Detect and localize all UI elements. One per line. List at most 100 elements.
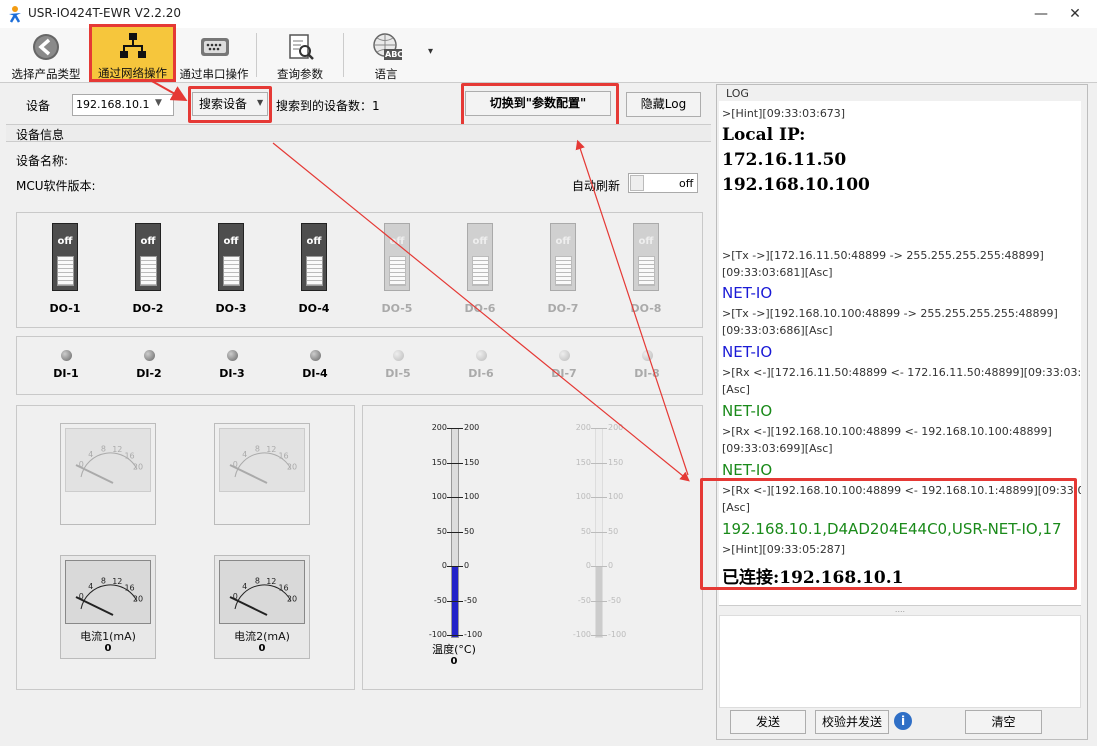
switch-knob bbox=[306, 256, 323, 286]
log-line: NET-IO bbox=[722, 402, 773, 420]
thermometer-tick-label: 50 bbox=[580, 526, 591, 536]
input-led-icon bbox=[144, 350, 155, 361]
digital-inputs-group bbox=[16, 336, 703, 395]
serial-port-icon bbox=[199, 32, 229, 62]
thermometer-tick-label: 150 bbox=[608, 457, 624, 467]
close-button[interactable]: ✕ bbox=[1060, 4, 1090, 24]
thermometer-tick-label: 50 bbox=[464, 526, 475, 536]
output-label: DO-5 bbox=[381, 302, 413, 315]
log-line: 172.16.11.50 bbox=[722, 150, 847, 170]
thermometer-tick-label: 100 bbox=[575, 492, 591, 501]
switch-state-label: off bbox=[638, 236, 654, 247]
input-label: DI-3 bbox=[219, 367, 245, 380]
input-label: DI-4 bbox=[302, 367, 328, 380]
clear-button[interactable]: 清空 bbox=[965, 710, 1042, 734]
toolbar: 选择产品类型 通过网络操作 通过串口操作 查询参数 ABC 语言 ▾ bbox=[0, 24, 1097, 83]
toolbar-language[interactable]: ABC 语言 bbox=[348, 30, 424, 81]
output-switch[interactable]: off bbox=[52, 223, 78, 291]
gauge-tick-label: 8 bbox=[101, 444, 106, 453]
gauge-tick-label: 20 bbox=[287, 462, 297, 471]
log-line: >[Tx ->][172.16.11.50:48899 -> 255.255.2… bbox=[722, 249, 1044, 262]
chevron-down-icon[interactable]: ▼ bbox=[257, 98, 263, 107]
thermometer-tick-label: -100 bbox=[464, 630, 483, 639]
mcu-version-label: MCU软件版本: bbox=[16, 179, 96, 193]
log-line: >[Hint][09:33:03:673] bbox=[722, 107, 846, 120]
thermometer-tick-label: 0 bbox=[441, 561, 447, 570]
switch-state-label: off bbox=[389, 236, 405, 247]
log-line: [Asc] bbox=[722, 383, 750, 396]
device-ip-combobox[interactable]: 192.168.10.1 ▼ bbox=[72, 94, 174, 116]
gauge-label: 电流1(mA) bbox=[80, 630, 136, 643]
auto-refresh-label: 自动刷新 bbox=[572, 179, 621, 193]
toolbar-query-params[interactable]: 查询参数 bbox=[262, 30, 338, 81]
gauge-tick-label: 20 bbox=[133, 594, 143, 603]
toolbar-label: 语言 bbox=[374, 67, 398, 81]
log-line: >[Rx <-][172.16.11.50:48899 <- 172.16.11… bbox=[722, 366, 1081, 379]
input-led-icon bbox=[227, 350, 238, 361]
output-switch[interactable]: off bbox=[301, 223, 327, 291]
thermometer-tick bbox=[447, 497, 463, 498]
thermometer-tick bbox=[447, 462, 463, 464]
switch-to-config-button[interactable]: 切换到"参数配置" bbox=[465, 91, 611, 116]
thermometer-tick bbox=[447, 600, 463, 602]
input-label: DI-1 bbox=[53, 367, 79, 380]
current-gauge: 0 4 8 12 16 20 bbox=[214, 423, 310, 525]
output-switch: off bbox=[633, 223, 659, 291]
connected-highlight-box bbox=[700, 478, 1077, 590]
auto-refresh-toggle[interactable]: off bbox=[628, 173, 698, 193]
hide-log-button[interactable]: 隐藏Log bbox=[626, 92, 701, 117]
gauge-value: 0 bbox=[104, 643, 112, 654]
temperature-group bbox=[362, 405, 703, 690]
info-icon[interactable]: i bbox=[894, 712, 912, 730]
thermometer-tick bbox=[591, 531, 607, 533]
switch-state-label: off bbox=[555, 236, 571, 247]
output-switch[interactable]: off bbox=[135, 223, 161, 291]
thermometer-fill bbox=[452, 567, 458, 637]
chevron-down-icon[interactable]: ▼ bbox=[155, 98, 162, 108]
checksum-send-button[interactable]: 校验并发送 bbox=[815, 710, 889, 734]
output-switch[interactable]: off bbox=[218, 223, 244, 291]
switch-state-label: off bbox=[306, 236, 322, 247]
thermometer-tick-label: 200 bbox=[608, 423, 624, 432]
thermometer-tick-label: 200 bbox=[464, 423, 480, 432]
found-device-count: 搜索到的设备数：1 bbox=[276, 99, 380, 113]
input-led-icon bbox=[476, 350, 487, 361]
gauge-tick-label: 4 bbox=[88, 450, 93, 459]
log-line: >[Tx ->][192.168.10.100:48899 -> 255.255… bbox=[722, 307, 1058, 320]
query-icon bbox=[285, 32, 315, 62]
device-label: 设备 bbox=[26, 99, 51, 113]
gauge-face: 0 4 8 12 16 20 bbox=[219, 560, 305, 624]
thermometer-tick-label: 50 bbox=[608, 526, 619, 536]
gauge-value: 0 bbox=[258, 643, 266, 654]
output-switch: off bbox=[550, 223, 576, 291]
thermometer-fill bbox=[596, 567, 602, 637]
toolbar-select-product-type[interactable]: 选择产品类型 bbox=[6, 30, 86, 81]
toolbar-more-dropdown[interactable]: ▾ bbox=[428, 46, 433, 57]
thermometer-tick-label: 50 bbox=[436, 526, 447, 536]
log-splitter[interactable]: .... bbox=[719, 605, 1081, 615]
globe-icon: ABC bbox=[371, 32, 403, 62]
input-label: DI-2 bbox=[136, 367, 162, 380]
thermometer-tick bbox=[591, 428, 607, 429]
output-label: DO-4 bbox=[298, 302, 330, 315]
toggle-knob bbox=[630, 175, 644, 191]
log-title: LOG bbox=[726, 87, 749, 100]
gauge-tick-label: 20 bbox=[133, 462, 143, 471]
output-label: DO-3 bbox=[215, 302, 247, 315]
thermometer-tick bbox=[591, 600, 607, 602]
thermometer-tick-label: -100 bbox=[572, 630, 591, 639]
toolbar-network-operation[interactable]: 通过网络操作 bbox=[89, 24, 176, 82]
toolbar-serial-operation[interactable]: 通过串口操作 bbox=[176, 30, 252, 81]
switch-knob bbox=[223, 256, 240, 286]
input-label: DI-5 bbox=[385, 367, 411, 380]
thermometer-tick-label: 150 bbox=[575, 457, 591, 467]
send-input-area[interactable] bbox=[719, 615, 1081, 708]
send-button[interactable]: 发送 bbox=[730, 710, 806, 734]
device-ip-value: 192.168.10.1 bbox=[76, 98, 150, 111]
minimize-button[interactable]: — bbox=[1026, 4, 1056, 24]
toggle-state: off bbox=[679, 177, 694, 190]
current-gauge: 0 4 8 12 16 20 bbox=[60, 423, 156, 525]
gauge-tick-label: 4 bbox=[88, 582, 93, 591]
thermometer-tick-label: 200 bbox=[575, 423, 591, 432]
thermometer-tick-label: 100 bbox=[608, 492, 624, 501]
